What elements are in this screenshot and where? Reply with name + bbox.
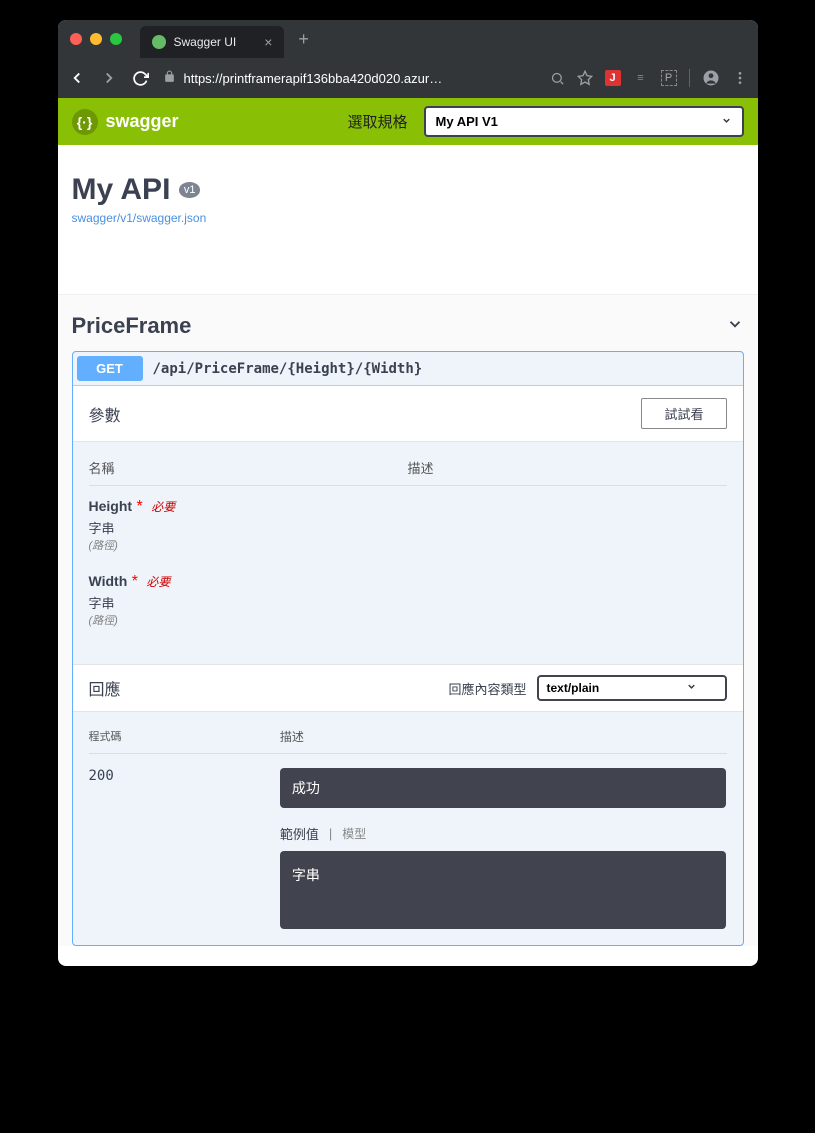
maximize-window-button[interactable] (110, 33, 122, 45)
section-gap (58, 241, 758, 295)
browser-tab[interactable]: Swagger UI × (140, 26, 285, 58)
param-type: 字串 (89, 593, 727, 612)
response-row: 200 成功 範例值 | 模型 字串 (89, 768, 727, 929)
content-type-value: text/plain (547, 681, 600, 695)
titlebar: Swagger UI × + (58, 20, 758, 58)
address-bar[interactable]: https://printframerapif136bba420d020.azu… (163, 70, 536, 86)
responses-header: 回應 回應內容類型 text/plain (73, 664, 743, 712)
operation-body: 參數 試試看 名稱 描述 Height * 必要 字串 (73, 385, 743, 945)
browser-toolbar: https://printframerapif136bba420d020.azu… (58, 58, 758, 98)
responses-table-head: 程式碼 描述 (89, 728, 727, 754)
chevron-down-icon (726, 315, 744, 338)
browser-window: Swagger UI × + https://printframerapif13… (58, 20, 758, 966)
col-name-header: 名稱 (89, 458, 408, 477)
spec-select[interactable]: My API V1 (424, 106, 744, 137)
content-type-label: 回應內容類型 (448, 679, 526, 698)
api-header: My API v1 swagger/v1/swagger.json (58, 145, 758, 241)
tab-model[interactable]: 模型 (342, 825, 366, 842)
swagger-logo-icon: {·} (72, 109, 98, 135)
extension-icon-3[interactable]: P (661, 70, 677, 86)
forward-button[interactable] (100, 69, 118, 87)
back-button[interactable] (68, 69, 86, 87)
extension-icon-1[interactable]: J (605, 70, 621, 86)
window-controls (70, 33, 122, 45)
new-tab-button[interactable]: + (298, 29, 309, 50)
param-type: 字串 (89, 518, 727, 537)
responses-title: 回應 (89, 676, 121, 700)
tab-separator: | (329, 826, 332, 841)
reload-button[interactable] (132, 70, 149, 87)
col-desc-header: 描述 (280, 728, 727, 745)
parameter-row: Height * 必要 字串 (路徑) (89, 498, 727, 553)
close-tab-button[interactable]: × (264, 34, 272, 50)
responses-body: 程式碼 描述 200 成功 範例值 | 模型 (73, 712, 743, 945)
tab-title: Swagger UI (174, 35, 237, 49)
http-method-badge: GET (77, 356, 143, 381)
toolbar-separator (689, 69, 690, 87)
api-title: My API (72, 173, 171, 207)
operation-block: GET /api/PriceFrame/{Height}/{Width} 參數 … (72, 351, 744, 946)
required-label: 必要 (151, 500, 175, 514)
response-content: 成功 範例值 | 模型 字串 (280, 768, 727, 929)
tag-section: PriceFrame GET /api/PriceFrame/{Height}/… (58, 295, 758, 946)
operation-summary[interactable]: GET /api/PriceFrame/{Height}/{Width} (73, 352, 743, 385)
required-star-icon: * (137, 498, 143, 515)
param-in: (路徑) (89, 612, 727, 628)
example-value-box: 字串 (280, 851, 727, 929)
required-star-icon: * (132, 573, 138, 590)
swagger-topbar: {·} swagger 選取規格 My API V1 (58, 98, 758, 145)
api-json-link[interactable]: swagger/v1/swagger.json (72, 211, 744, 225)
menu-icon[interactable] (732, 70, 748, 86)
required-label: 必要 (146, 575, 170, 589)
chevron-down-icon (686, 681, 697, 695)
zoom-icon[interactable] (550, 71, 565, 86)
lock-icon (163, 70, 176, 86)
content-type-select[interactable]: text/plain (537, 675, 727, 701)
extension-icon-2[interactable]: ≡ (633, 70, 649, 86)
parameters-title: 參數 (89, 402, 121, 426)
swagger-brand: swagger (106, 111, 179, 132)
parameter-row: Width * 必要 字串 (路徑) (89, 573, 727, 628)
param-in: (路徑) (89, 537, 727, 553)
col-desc-header: 描述 (408, 458, 727, 477)
close-window-button[interactable] (70, 33, 82, 45)
tab-example-value[interactable]: 範例值 (280, 824, 319, 843)
param-name: Height (89, 498, 133, 514)
parameters-table: 名稱 描述 Height * 必要 字串 (路徑) Width (73, 442, 743, 664)
spec-selected-value: My API V1 (436, 114, 498, 129)
parameters-header: 參數 試試看 (73, 386, 743, 442)
param-table-head: 名稱 描述 (89, 458, 727, 486)
swagger-favicon-icon (152, 35, 166, 49)
profile-icon[interactable] (702, 69, 720, 87)
api-version-badge: v1 (179, 182, 201, 198)
bookmark-star-icon[interactable] (577, 70, 593, 86)
spec-select-label: 選取規格 (347, 111, 407, 132)
try-it-out-button[interactable]: 試試看 (641, 398, 726, 429)
url-text: https://printframerapif136bba420d020.azu… (184, 71, 443, 86)
response-description: 成功 (280, 768, 727, 808)
example-tabs: 範例值 | 模型 (280, 824, 727, 843)
response-code: 200 (89, 768, 280, 929)
operation-path: /api/PriceFrame/{Height}/{Width} (153, 361, 423, 377)
toolbar-right: J ≡ P (550, 69, 748, 87)
minimize-window-button[interactable] (90, 33, 102, 45)
tag-header[interactable]: PriceFrame (72, 313, 744, 345)
responses-right: 回應內容類型 text/plain (448, 675, 726, 701)
chevron-down-icon (721, 114, 732, 129)
tag-name: PriceFrame (72, 313, 192, 339)
col-code-header: 程式碼 (89, 728, 280, 745)
page-body: My API v1 swagger/v1/swagger.json PriceF… (58, 145, 758, 946)
param-name: Width (89, 573, 128, 589)
